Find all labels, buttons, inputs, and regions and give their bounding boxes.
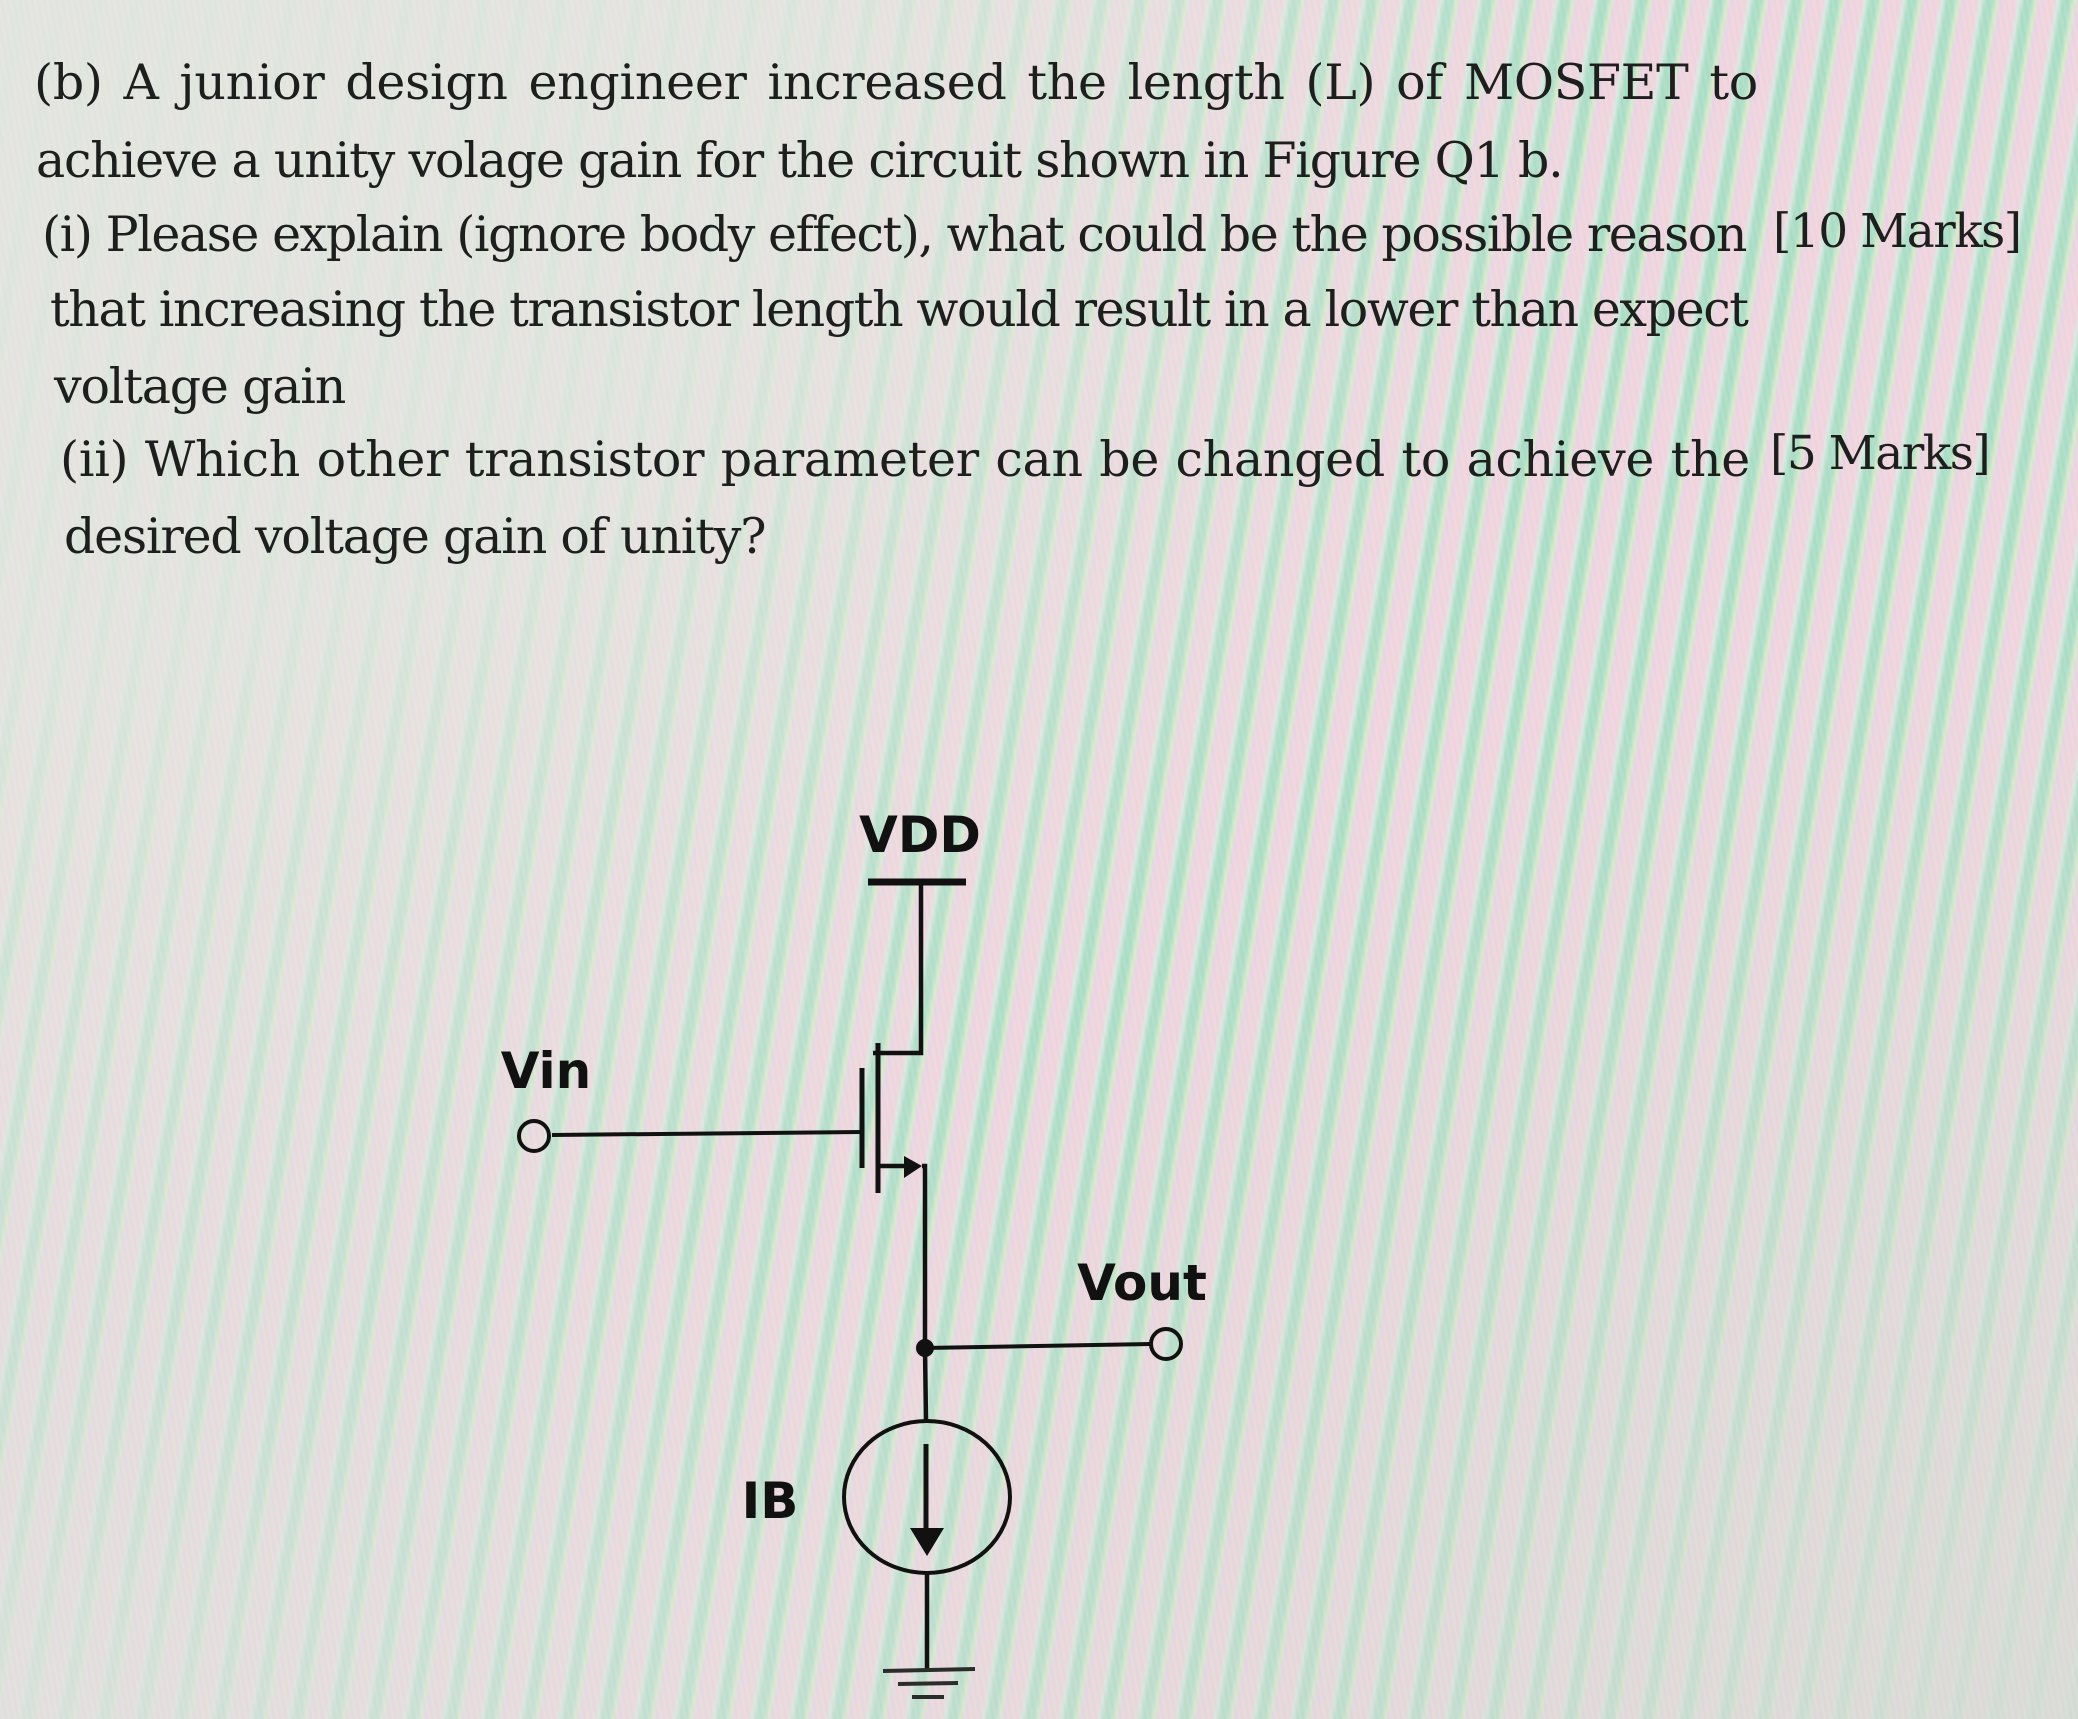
circuit-figure-q1b: VDD Vin Vout IB bbox=[501, 806, 1207, 1699]
vin-label: Vin bbox=[501, 1042, 592, 1100]
ib-label: IB bbox=[742, 1472, 799, 1530]
gate-wire bbox=[551, 1130, 863, 1137]
source-wire bbox=[922, 1163, 928, 1347]
vin-input-terminal[interactable] bbox=[517, 1119, 551, 1153]
vout-output-terminal[interactable] bbox=[1149, 1327, 1183, 1361]
current-arrow-down-icon bbox=[910, 1528, 944, 1556]
question-document: (b) Ajunior design engineer increased the leng… bbox=[0, 0, 2078, 1719]
source-arrow-icon bbox=[904, 1156, 922, 1178]
drain-wire bbox=[873, 882, 924, 1056]
vout-label: Vout bbox=[1077, 1254, 1207, 1312]
node-to-source-wire bbox=[922, 1347, 929, 1423]
nmos-transistor-icon bbox=[859, 1043, 922, 1193]
ground-bar-1 bbox=[882, 1667, 976, 1673]
ground-icon bbox=[882, 1667, 976, 1699]
ground-bar-2 bbox=[897, 1681, 959, 1686]
vdd-label: VDD bbox=[859, 806, 981, 864]
current-source-icon bbox=[842, 1419, 1012, 1575]
vout-wire bbox=[924, 1342, 1151, 1350]
